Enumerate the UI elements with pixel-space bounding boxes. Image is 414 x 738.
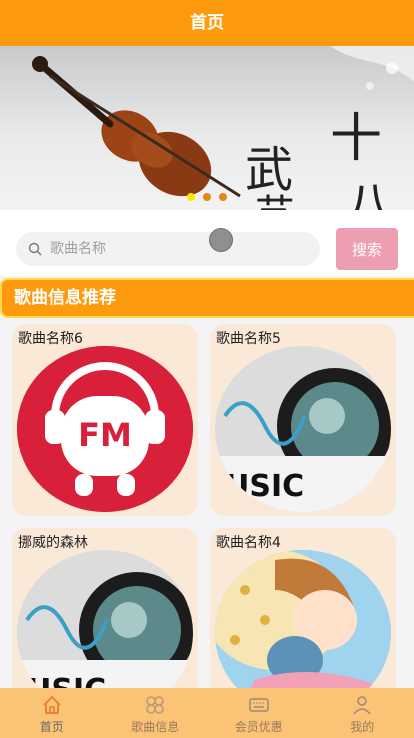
carousel-indicators[interactable] bbox=[187, 193, 227, 201]
music-speaker-image: USIC bbox=[215, 346, 391, 512]
search-icon bbox=[28, 242, 42, 256]
calligraphy-text: 十 bbox=[330, 109, 382, 169]
tab-song-info[interactable]: 歌曲信息 bbox=[104, 688, 208, 738]
calligraphy-text: 八 bbox=[345, 177, 393, 210]
song-card-title: 歌曲名称6 bbox=[18, 331, 83, 347]
carousel-dot[interactable] bbox=[219, 193, 227, 201]
tab-home[interactable]: 首页 bbox=[0, 688, 104, 738]
song-card[interactable]: 歌曲名称6 FM bbox=[12, 324, 198, 516]
song-card-title: 挪威的森林 bbox=[18, 535, 88, 551]
fm-radio-logo-image: FM bbox=[17, 346, 193, 512]
calligraphy-text: 武 bbox=[245, 142, 293, 198]
song-card[interactable]: 歌曲名称5 USIC bbox=[210, 324, 396, 516]
carousel-dot[interactable] bbox=[187, 193, 195, 201]
page-title: 首页 bbox=[190, 13, 224, 33]
fm-logo-text: FM bbox=[78, 416, 132, 454]
banner-carousel[interactable]: 武 十 艺 八 bbox=[0, 46, 414, 210]
tab-member-offers[interactable]: 会员优惠 bbox=[207, 688, 311, 738]
keyboard-icon bbox=[249, 698, 269, 712]
song-card-title: 歌曲名称5 bbox=[216, 331, 281, 347]
grid-icon bbox=[146, 696, 164, 714]
tab-label: 我的 bbox=[350, 720, 375, 734]
section-title: 歌曲信息推荐 bbox=[0, 278, 414, 318]
search-input[interactable] bbox=[48, 240, 292, 258]
song-card-title: 歌曲名称4 bbox=[216, 535, 281, 551]
tab-label: 首页 bbox=[39, 720, 64, 734]
calligraphy-text: 艺 bbox=[255, 192, 295, 210]
user-icon bbox=[353, 696, 371, 715]
svg-text:USIC: USIC bbox=[225, 469, 304, 504]
bottom-tab-bar: 首页 歌曲信息 会员优惠 我的 bbox=[0, 688, 414, 738]
home-icon bbox=[43, 695, 61, 714]
carousel-dot[interactable] bbox=[203, 193, 211, 201]
tab-label: 会员优惠 bbox=[234, 720, 283, 734]
page-header: 首页 bbox=[0, 0, 414, 46]
search-button[interactable]: 搜索 bbox=[336, 228, 398, 270]
search-box[interactable] bbox=[16, 232, 320, 266]
cello-banner-image: 武 十 艺 八 bbox=[32, 46, 414, 210]
floating-drag-handle[interactable] bbox=[209, 228, 233, 252]
tab-label: 歌曲信息 bbox=[131, 720, 180, 734]
tab-mine[interactable]: 我的 bbox=[311, 688, 414, 738]
